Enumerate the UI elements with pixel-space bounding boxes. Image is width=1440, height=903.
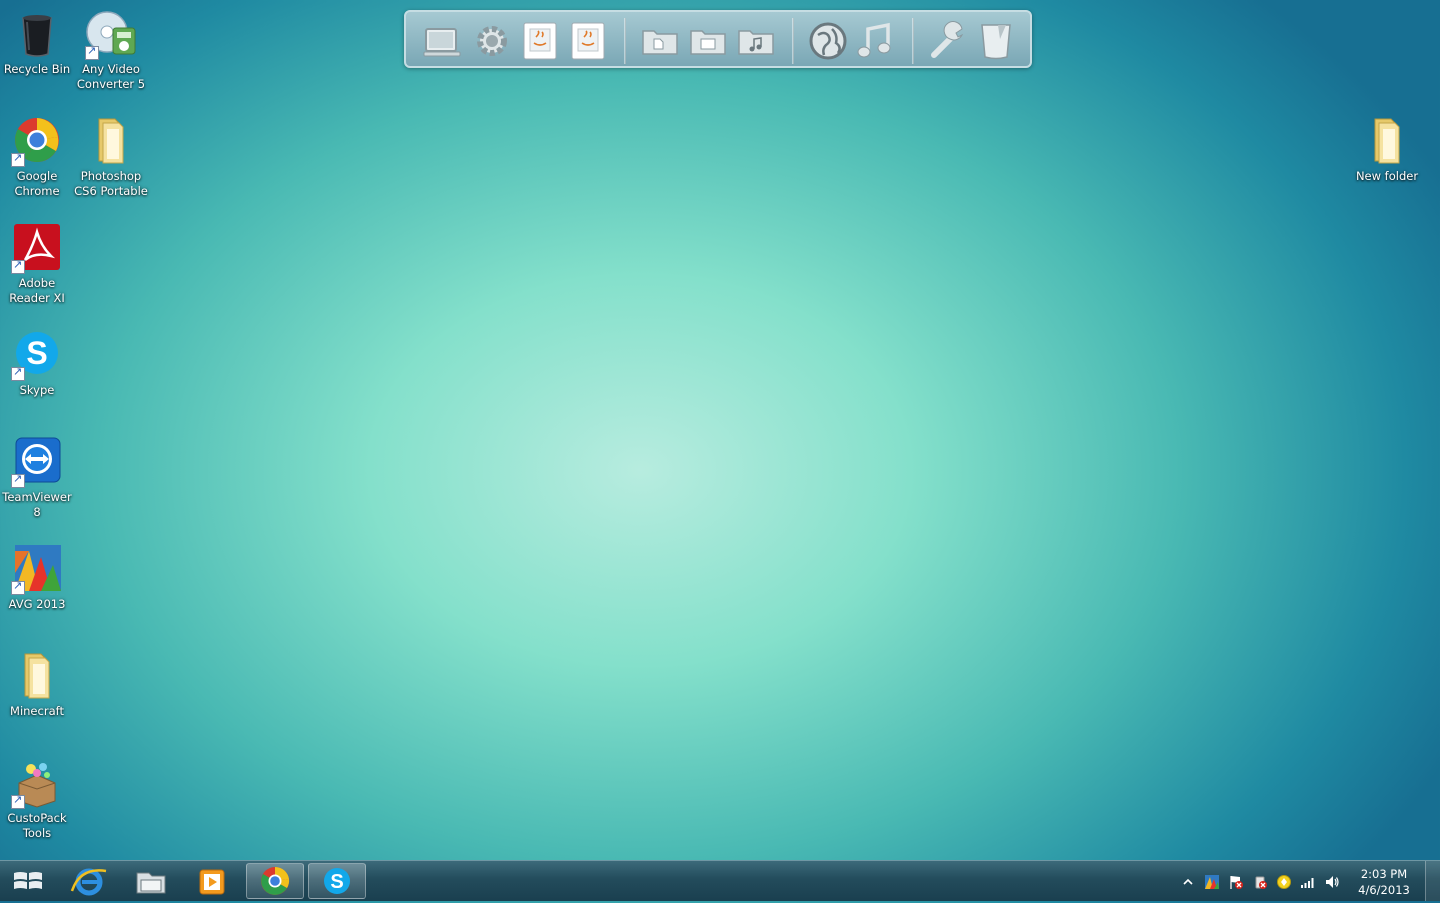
taskbar-file-explorer[interactable] — [122, 863, 180, 899]
taskbar-media-player[interactable] — [183, 863, 241, 899]
desktop-icon-photoshop-cs6-portable[interactable]: Photoshop CS6 Portable — [74, 115, 148, 199]
skype-icon: S — [324, 868, 350, 894]
desktop-icon-label: New folder — [1355, 169, 1419, 183]
show-desktop-button[interactable] — [1425, 861, 1440, 901]
desktop-icon-label: CustoPack Tools — [7, 811, 67, 840]
pictures-folder-icon[interactable] — [688, 21, 728, 61]
internet-explorer-icon — [70, 868, 107, 896]
desktop-icon-minecraft[interactable]: Minecraft — [0, 650, 74, 719]
dock-separator — [912, 18, 914, 64]
taskbar: S 2:03 PM 4/6/2013 — [0, 860, 1440, 901]
desktop-icon-custopack-tools[interactable]: CustoPack Tools — [0, 757, 74, 841]
taskbar-clock[interactable]: 2:03 PM 4/6/2013 — [1354, 866, 1414, 898]
java-document-icon[interactable] — [568, 21, 608, 61]
desktop-icon-new-folder[interactable]: New folder — [1350, 115, 1424, 184]
desktop-icon-skype[interactable]: S Skype — [0, 329, 74, 398]
system-tray: 2:03 PM 4/6/2013 — [1180, 861, 1440, 901]
desktop-icon-label: Adobe Reader XI — [9, 276, 65, 305]
documents-folder-icon[interactable] — [640, 21, 680, 61]
desktop-icon-teamviewer[interactable]: TeamViewer 8 — [0, 436, 74, 520]
safely-remove-hardware-icon[interactable] — [1252, 874, 1268, 890]
shortcut-arrow-icon — [11, 579, 25, 595]
desktop-icon-label: Any Video Converter 5 — [76, 62, 146, 91]
folder-icon — [1374, 118, 1400, 164]
clock-date: 4/6/2013 — [1358, 883, 1410, 897]
svg-text:S: S — [26, 335, 47, 371]
folder-icon — [98, 118, 124, 164]
gear-icon[interactable] — [472, 21, 512, 61]
tray-overflow-chevron-icon[interactable] — [1180, 874, 1196, 890]
java-document-icon[interactable] — [520, 21, 560, 61]
music-note-icon[interactable] — [854, 21, 894, 61]
globe-icon[interactable] — [808, 21, 848, 61]
dock-separator — [624, 18, 626, 64]
svg-text:S: S — [330, 871, 343, 893]
desktop-icon-any-video-converter[interactable]: Any Video Converter 5 — [74, 8, 148, 92]
shortcut-arrow-icon — [11, 258, 25, 274]
notification-app-icon[interactable] — [1276, 874, 1292, 890]
windows-logo-icon — [14, 872, 42, 889]
shortcut-arrow-icon — [85, 44, 99, 60]
desktop-icon-label: Recycle Bin — [3, 62, 71, 76]
desktop: Recycle Bin Any Video Converter 5 — [0, 0, 1440, 860]
computer-icon[interactable] — [422, 21, 462, 61]
desktop-icon-avg[interactable]: AVG 2013 — [0, 543, 74, 612]
file-explorer-icon — [136, 872, 166, 894]
clock-time: 2:03 PM — [1360, 867, 1408, 881]
media-player-icon — [199, 869, 225, 895]
desktop-icon-adobe-reader[interactable]: Adobe Reader XI — [0, 222, 74, 306]
folder-icon — [24, 653, 50, 699]
network-signal-icon[interactable] — [1300, 874, 1316, 890]
shortcut-arrow-icon — [11, 365, 25, 381]
desktop-icon-label: AVG 2013 — [8, 597, 66, 611]
desktop-icon-label: Minecraft — [10, 704, 64, 718]
wrench-icon[interactable] — [928, 21, 968, 61]
taskbar-internet-explorer[interactable] — [60, 863, 118, 899]
shortcut-arrow-icon — [11, 793, 25, 809]
desktop-icon-label: Photoshop CS6 Portable — [74, 169, 148, 198]
desktop-icon-label: TeamViewer 8 — [2, 490, 72, 519]
trash-icon[interactable] — [976, 21, 1016, 61]
music-folder-icon[interactable] — [736, 21, 776, 61]
taskbar-google-chrome[interactable] — [246, 863, 304, 899]
dock-separator — [792, 18, 794, 64]
chrome-icon — [261, 866, 290, 895]
desktop-icon-recycle-bin[interactable]: Recycle Bin — [0, 8, 74, 77]
desktop-icon-label: Skype — [19, 383, 55, 397]
launcher-dock — [404, 10, 1032, 68]
desktop-icon-google-chrome[interactable]: Google Chrome — [0, 115, 74, 199]
shortcut-arrow-icon — [11, 472, 25, 488]
start-button[interactable] — [0, 863, 58, 899]
recycle-bin-icon — [22, 15, 52, 57]
volume-speaker-icon[interactable] — [1324, 874, 1340, 890]
taskbar-skype[interactable]: S — [308, 863, 366, 899]
avg-tray-icon[interactable] — [1204, 874, 1220, 890]
action-center-flag-icon[interactable] — [1228, 874, 1244, 890]
desktop-icon-label: Google Chrome — [14, 169, 60, 198]
shortcut-arrow-icon — [11, 151, 25, 167]
